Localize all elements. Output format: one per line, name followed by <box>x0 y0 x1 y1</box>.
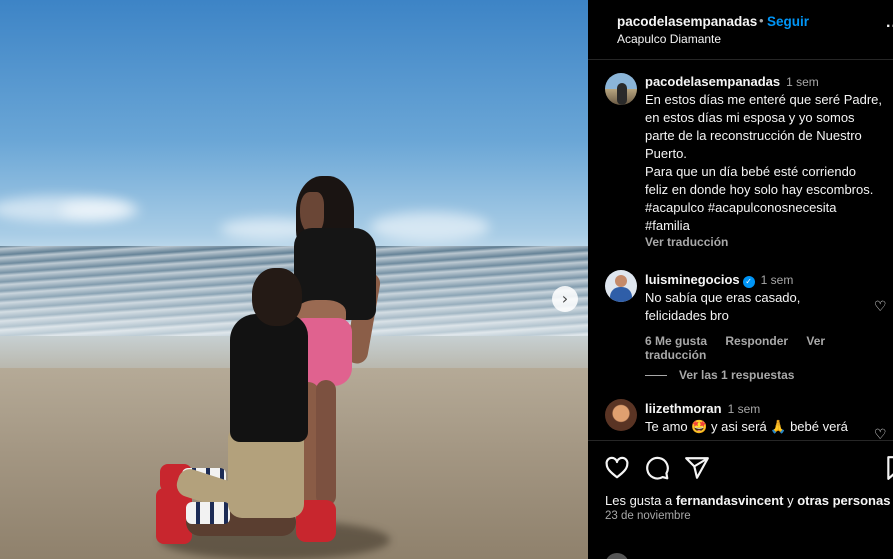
caption-line: Puerto. <box>645 146 687 161</box>
likes-summary: Les gusta a fernandasvincent y otras per… <box>605 493 890 508</box>
likes-conjunction: y <box>783 493 798 508</box>
caption-line: En estos días me enteré que seré Padre, <box>645 92 883 107</box>
heart-icon[interactable] <box>604 455 630 481</box>
caption-time[interactable]: 1 sem <box>786 75 819 89</box>
liker-username[interactable]: fernandasvincent <box>676 493 784 508</box>
man-shirt <box>230 314 308 442</box>
separator-dot: • <box>759 13 764 28</box>
cloud <box>60 200 140 220</box>
view-replies-label: Ver las 1 respuestas <box>679 368 795 382</box>
avatar <box>605 553 629 559</box>
hashtags-line[interactable]: #acapulco #acapulconosnecesita <box>645 199 885 217</box>
post-photo[interactable]: › <box>0 0 588 559</box>
caption: pacodelasempanadas 1 sem En estos días me… <box>645 73 885 235</box>
divider <box>645 375 667 377</box>
comment-text: No sabía que eras casado, <box>645 290 801 305</box>
post-location[interactable]: Acapulco Diamante <box>617 32 721 46</box>
see-translation-link[interactable]: Ver traducción <box>645 235 728 249</box>
post-author-username[interactable]: pacodelasempanadas <box>617 14 757 29</box>
comment-likes[interactable]: 6 Me gusta <box>645 334 707 348</box>
man-head <box>252 268 302 326</box>
post-header: pacodelasempanadas • Seguir Acapulco Dia… <box>588 0 893 60</box>
caption-username[interactable]: pacodelasempanadas <box>645 74 780 89</box>
comment-time[interactable]: 1 sem <box>728 402 761 416</box>
reply-button[interactable]: Responder <box>725 334 788 348</box>
avatar[interactable] <box>605 270 637 302</box>
cloud <box>370 212 490 242</box>
comment-username[interactable]: liizethmoran <box>645 401 722 416</box>
comment-actions: 6 Me gusta Responder Ver traducción <box>645 334 893 362</box>
caption-line: parte de la reconstrucción de Nuestro <box>645 128 862 143</box>
caption-line: Para que un día bebé esté corriendo <box>645 164 857 179</box>
caption-line: en estos días mi esposa y yo somos <box>645 110 855 125</box>
next-photo-button[interactable]: › <box>552 286 578 312</box>
comment: liizethmoran 1 sem Te amo 🤩 y asi será 🙏 … <box>645 400 885 436</box>
like-comment-heart-icon[interactable]: ♡ <box>874 300 888 314</box>
hashtags-line[interactable]: #familia <box>645 217 885 235</box>
chevron-right-icon: › <box>561 289 569 308</box>
verified-badge-icon: ✓ <box>742 276 755 288</box>
other-likers-link[interactable]: otras personas <box>797 493 890 508</box>
avatar[interactable] <box>605 399 637 431</box>
avatar[interactable] <box>605 73 637 105</box>
comment-time[interactable]: 1 sem <box>761 273 794 287</box>
comment: luisminegocios ✓ 1 sem No sabía que eras c… <box>645 271 885 325</box>
post-date[interactable]: 23 de noviembre <box>605 510 691 522</box>
more-options-icon[interactable]: ... <box>886 14 893 32</box>
comment-text: felicidades bro <box>645 308 729 323</box>
caption-line: feliz en donde hoy solo hay escombros. <box>645 182 874 197</box>
bookmark-icon[interactable] <box>884 455 893 481</box>
man-sock <box>186 502 230 524</box>
comment-icon[interactable] <box>644 455 670 481</box>
woman-leg <box>316 380 336 506</box>
view-replies-button[interactable]: Ver las 1 respuestas <box>645 368 794 382</box>
comment-text: Te amo 🤩 y asi será 🙏 bebé verá <box>645 419 848 434</box>
post-actions-footer: Les gusta a fernandasvincent y otras per… <box>588 440 893 559</box>
likes-prefix: Les gusta a <box>605 493 676 508</box>
post-side-panel: pacodelasempanadas • Seguir Acapulco Dia… <box>588 0 893 559</box>
share-icon[interactable] <box>684 455 710 481</box>
follow-button[interactable]: Seguir <box>767 14 809 29</box>
comment-username[interactable]: luisminegocios <box>645 272 740 287</box>
